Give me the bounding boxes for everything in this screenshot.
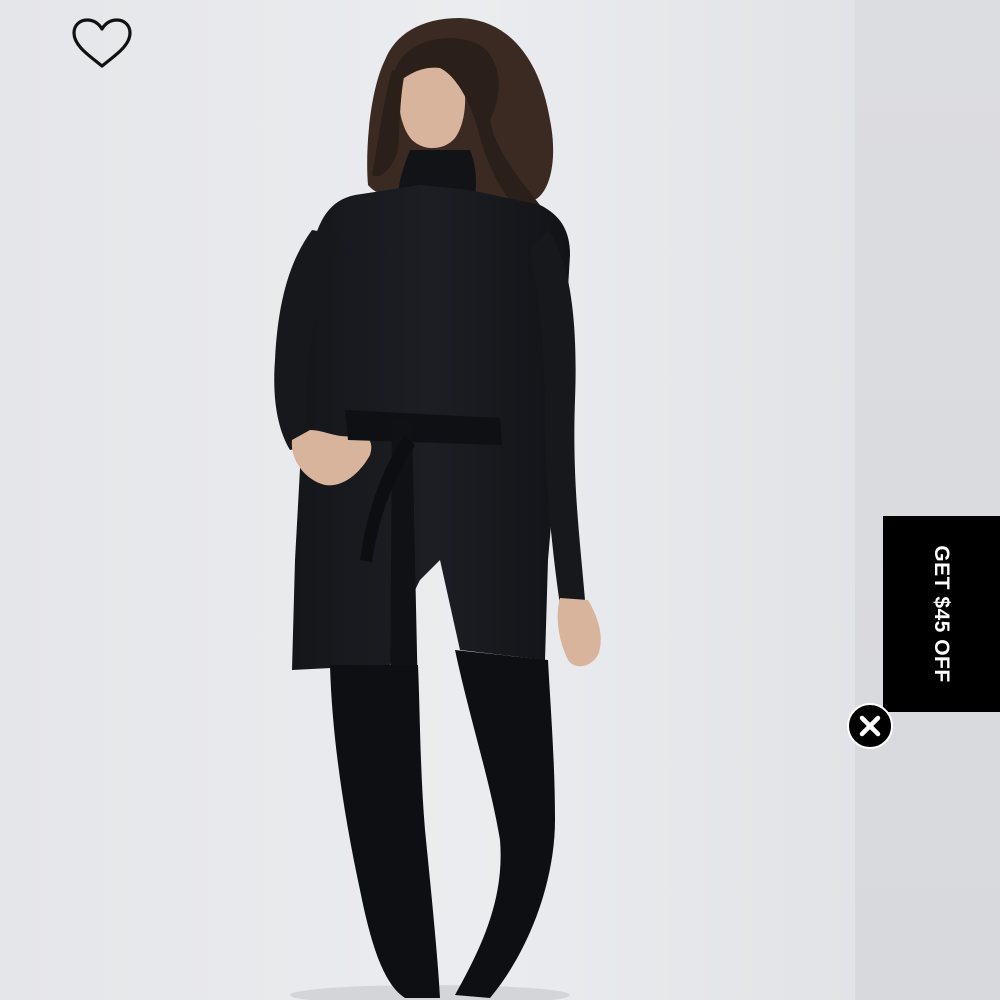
heart-outline-icon [72, 18, 132, 68]
promo-close-button[interactable] [847, 703, 893, 749]
promo-discount-tab[interactable]: GET $45 OFF [883, 516, 1000, 712]
promo-label: GET $45 OFF [930, 545, 953, 683]
model-illustration [0, 0, 855, 1000]
wishlist-heart-button[interactable] [70, 16, 134, 72]
close-icon [859, 715, 881, 737]
adjacent-image-strip [855, 0, 1000, 1000]
model-photo[interactable] [0, 0, 855, 1000]
product-gallery: GET $45 OFF [0, 0, 1000, 1000]
